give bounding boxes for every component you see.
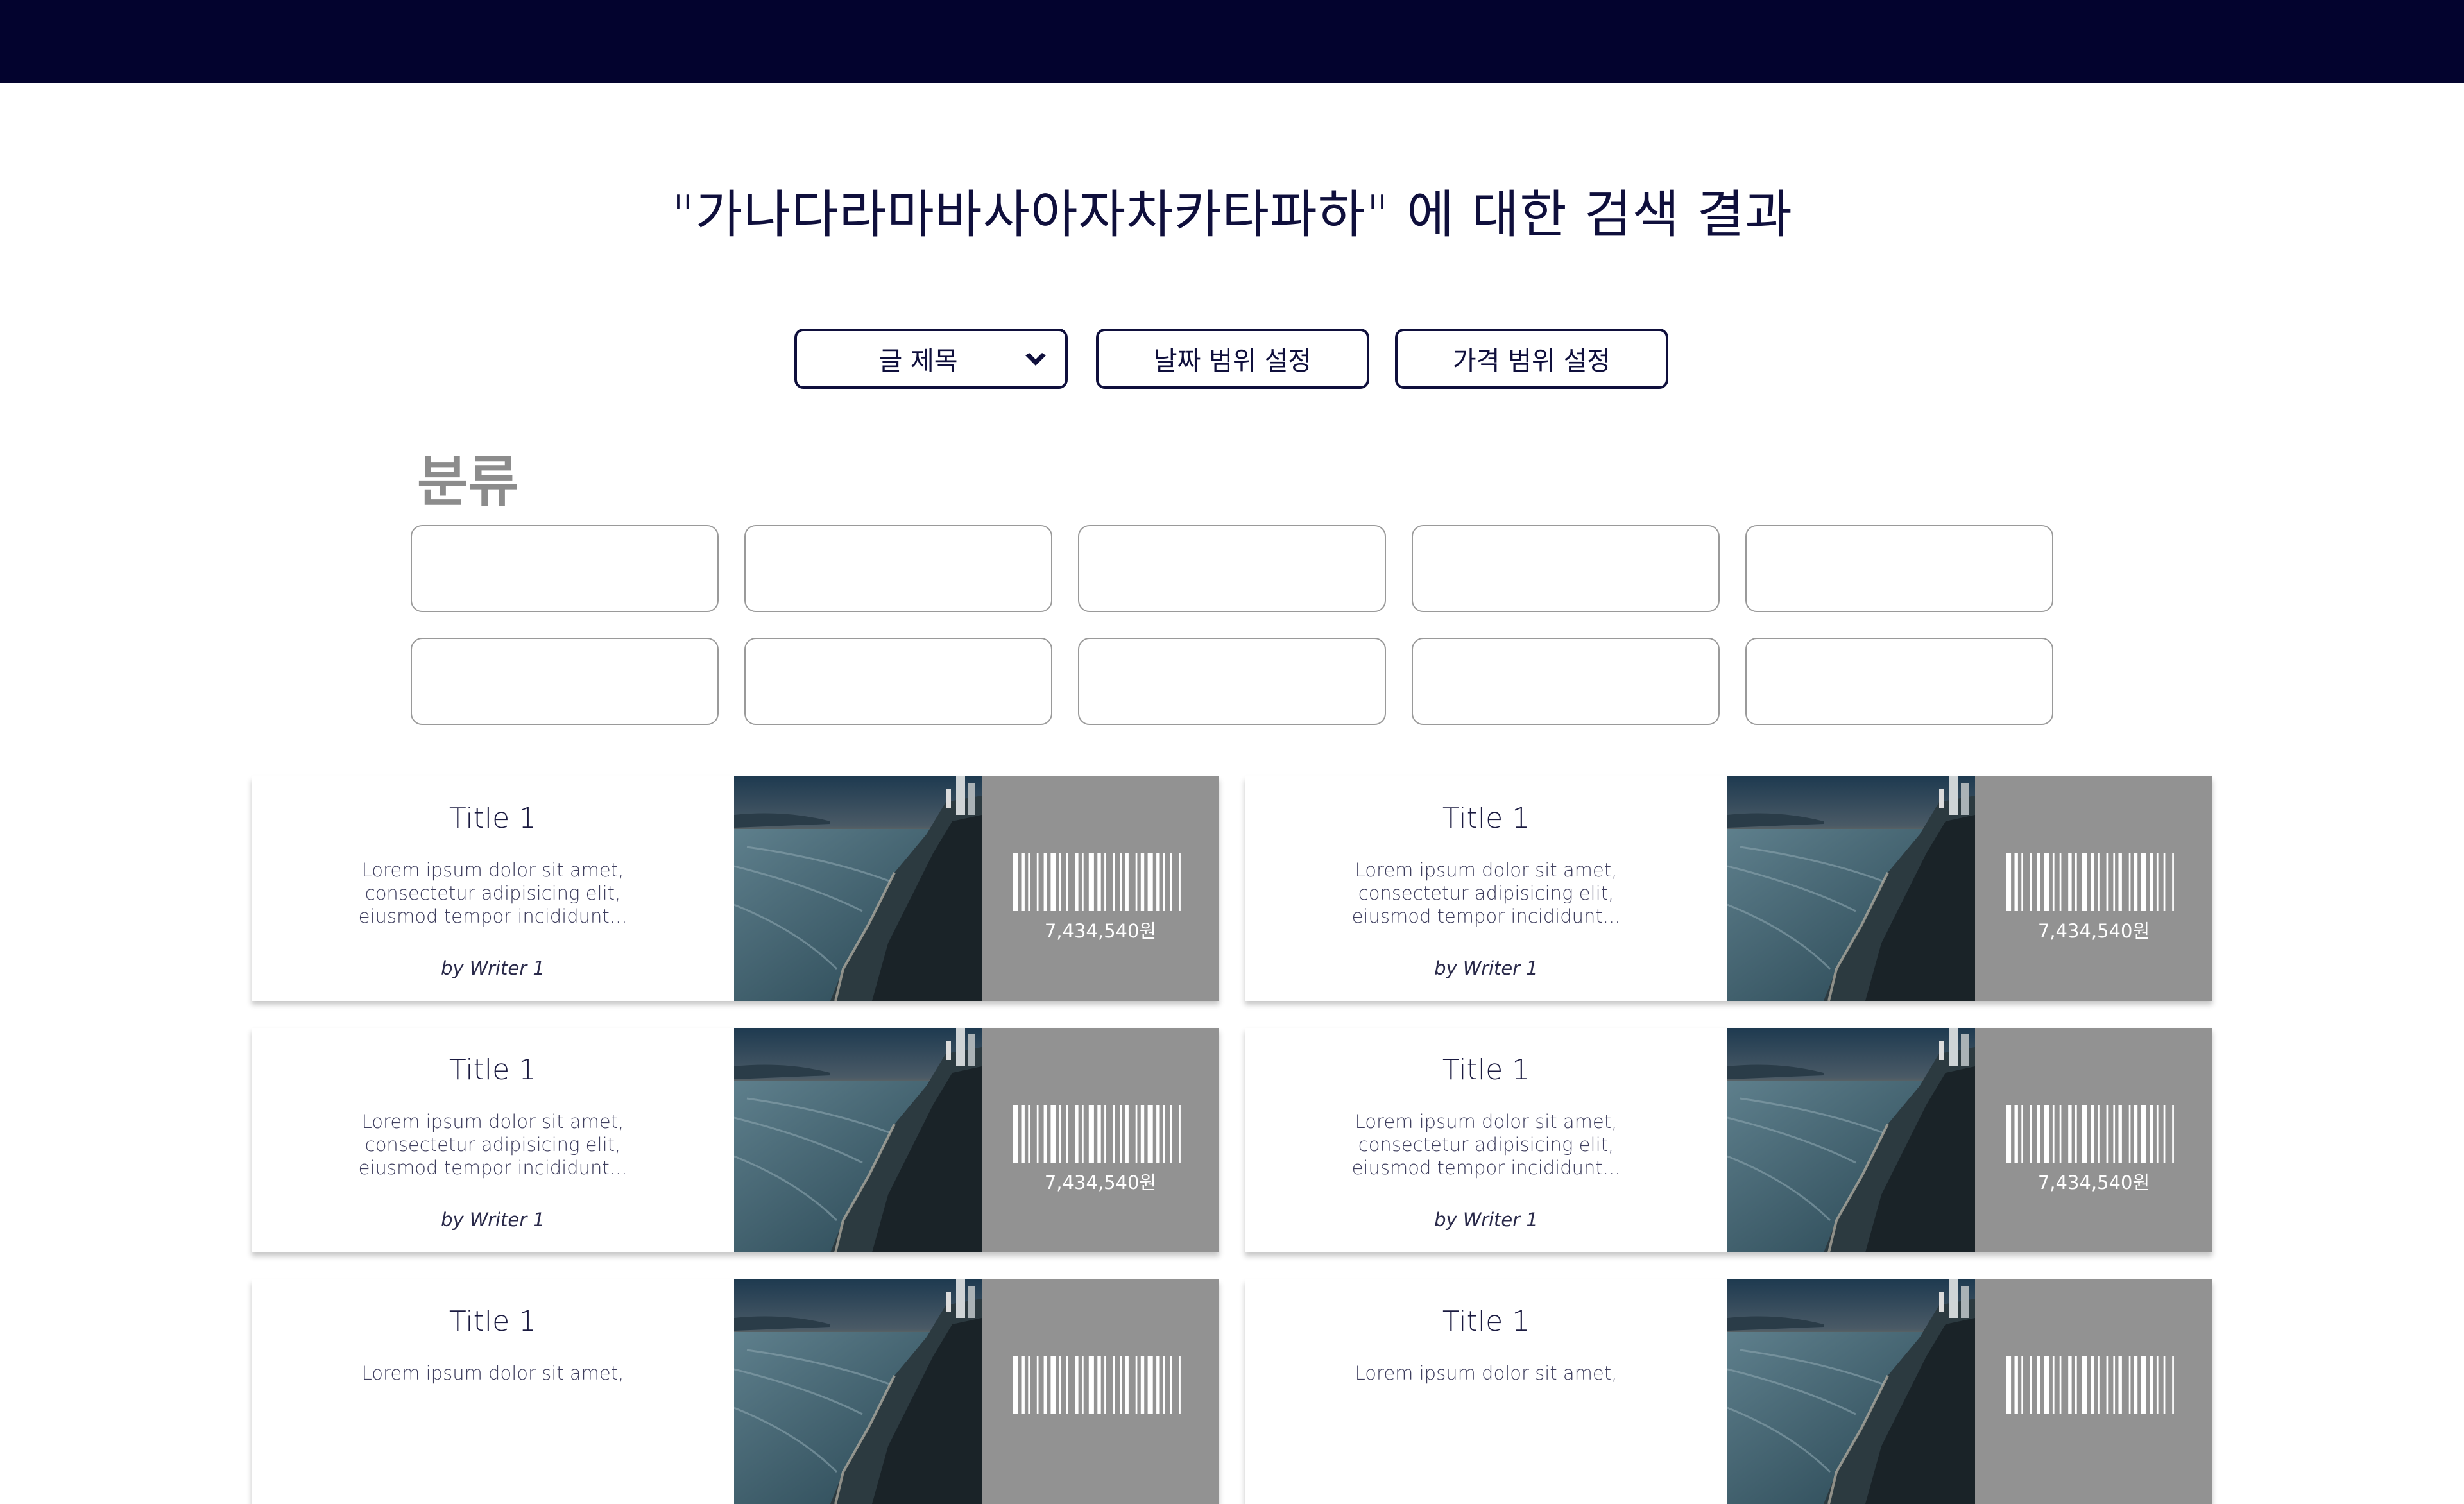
card-writer: by Writer 1 [441, 957, 545, 979]
barcode-icon [2006, 853, 2174, 911]
cliff-photo [1727, 1279, 1975, 1504]
card-writer: by Writer 1 [441, 1209, 545, 1231]
price-ticket: 7,434,540원 [982, 1028, 1219, 1252]
cliff-photo [734, 1028, 982, 1252]
card-description: Lorem ipsum dolor sit amet, consectetur … [358, 859, 628, 927]
result-card[interactable]: Title 1 Lorem ipsum dolor sit amet, conse… [252, 1028, 1219, 1252]
cliff-photo [1727, 776, 1975, 1001]
price-ticket [1975, 1279, 2212, 1504]
category-option[interactable] [1412, 638, 1720, 725]
card-description: Lorem ipsum dolor sit amet, consectetur … [1351, 859, 1621, 927]
sort-dropdown-label: 글 제목 [878, 346, 958, 376]
barcode-icon [1013, 1105, 1181, 1163]
chevron-down-icon [1025, 353, 1046, 366]
category-option[interactable] [744, 638, 1052, 725]
category-option[interactable] [1745, 525, 2053, 612]
card-description: Lorem ipsum dolor sit amet, [1355, 1362, 1618, 1384]
price-ticket: 7,434,540원 [1975, 1028, 2212, 1252]
cliff-photo [734, 1279, 982, 1504]
category-option[interactable] [1078, 638, 1386, 725]
search-results-title: "가나다라마바사아자차카타파하" 에 대한 검색 결과 [671, 185, 1793, 244]
card-description: Lorem ipsum dolor sit amet, [361, 1362, 624, 1384]
barcode-icon [2006, 1356, 2174, 1414]
card-writer: by Writer 1 [1434, 1209, 1538, 1231]
cliff-photo [1727, 1028, 1975, 1252]
result-card[interactable]: Title 1 Lorem ipsum dolor sit amet, [252, 1279, 1219, 1504]
category-option[interactable] [1412, 525, 1720, 612]
category-option[interactable] [1745, 638, 2053, 725]
result-card[interactable]: Title 1 Lorem ipsum dolor sit amet, [1245, 1279, 2212, 1504]
card-text: Title 1 Lorem ipsum dolor sit amet, conse… [1245, 1028, 1727, 1252]
price-ticket: 7,434,540원 [1975, 776, 2212, 1001]
card-title: Title 1 [1442, 1305, 1530, 1338]
category-heading: 분류 [417, 450, 519, 514]
card-writer: by Writer 1 [1434, 957, 1538, 979]
price-range-label: 가격 범위 설정 [1452, 346, 1611, 376]
card-title: Title 1 [1442, 802, 1530, 835]
cliff-photo [734, 776, 982, 1001]
category-option[interactable] [411, 638, 719, 725]
card-title: Title 1 [1442, 1054, 1530, 1086]
barcode-icon [1013, 853, 1181, 911]
top-nav-bar [0, 0, 2464, 83]
barcode-icon [2006, 1105, 2174, 1163]
filter-bar: 글 제목 날짜 범위 설정 가격 범위 설정 [0, 329, 2464, 393]
result-card[interactable]: Title 1 Lorem ipsum dolor sit amet, conse… [1245, 776, 2212, 1001]
card-title: Title 1 [449, 1054, 537, 1086]
result-card[interactable]: Title 1 Lorem ipsum dolor sit amet, conse… [252, 776, 1219, 1001]
result-card[interactable]: Title 1 Lorem ipsum dolor sit amet, conse… [1245, 1028, 2212, 1252]
card-text: Title 1 Lorem ipsum dolor sit amet, conse… [252, 1028, 734, 1252]
card-text: Title 1 Lorem ipsum dolor sit amet, [1245, 1279, 1727, 1504]
card-price: 7,434,540원 [2037, 920, 2150, 942]
category-option[interactable] [1078, 525, 1386, 612]
card-description: Lorem ipsum dolor sit amet, consectetur … [1351, 1111, 1621, 1179]
sort-dropdown[interactable]: 글 제목 [794, 329, 1068, 389]
category-option[interactable] [744, 525, 1052, 612]
category-option[interactable] [411, 525, 719, 612]
card-title: Title 1 [449, 802, 537, 835]
price-range-button[interactable]: 가격 범위 설정 [1395, 329, 1668, 389]
price-ticket: 7,434,540원 [982, 776, 1219, 1001]
card-text: Title 1 Lorem ipsum dolor sit amet, conse… [1245, 776, 1727, 1001]
card-price: 7,434,540원 [1044, 920, 1157, 942]
barcode-icon [1013, 1356, 1181, 1414]
card-text: Title 1 Lorem ipsum dolor sit amet, conse… [252, 776, 734, 1001]
card-text: Title 1 Lorem ipsum dolor sit amet, [252, 1279, 734, 1504]
card-price: 7,434,540원 [1044, 1172, 1157, 1193]
date-range-button[interactable]: 날짜 범위 설정 [1096, 329, 1369, 389]
card-price: 7,434,540원 [2037, 1172, 2150, 1193]
card-description: Lorem ipsum dolor sit amet, consectetur … [358, 1111, 628, 1179]
price-ticket [982, 1279, 1219, 1504]
card-title: Title 1 [449, 1305, 537, 1338]
date-range-label: 날짜 범위 설정 [1153, 346, 1312, 376]
